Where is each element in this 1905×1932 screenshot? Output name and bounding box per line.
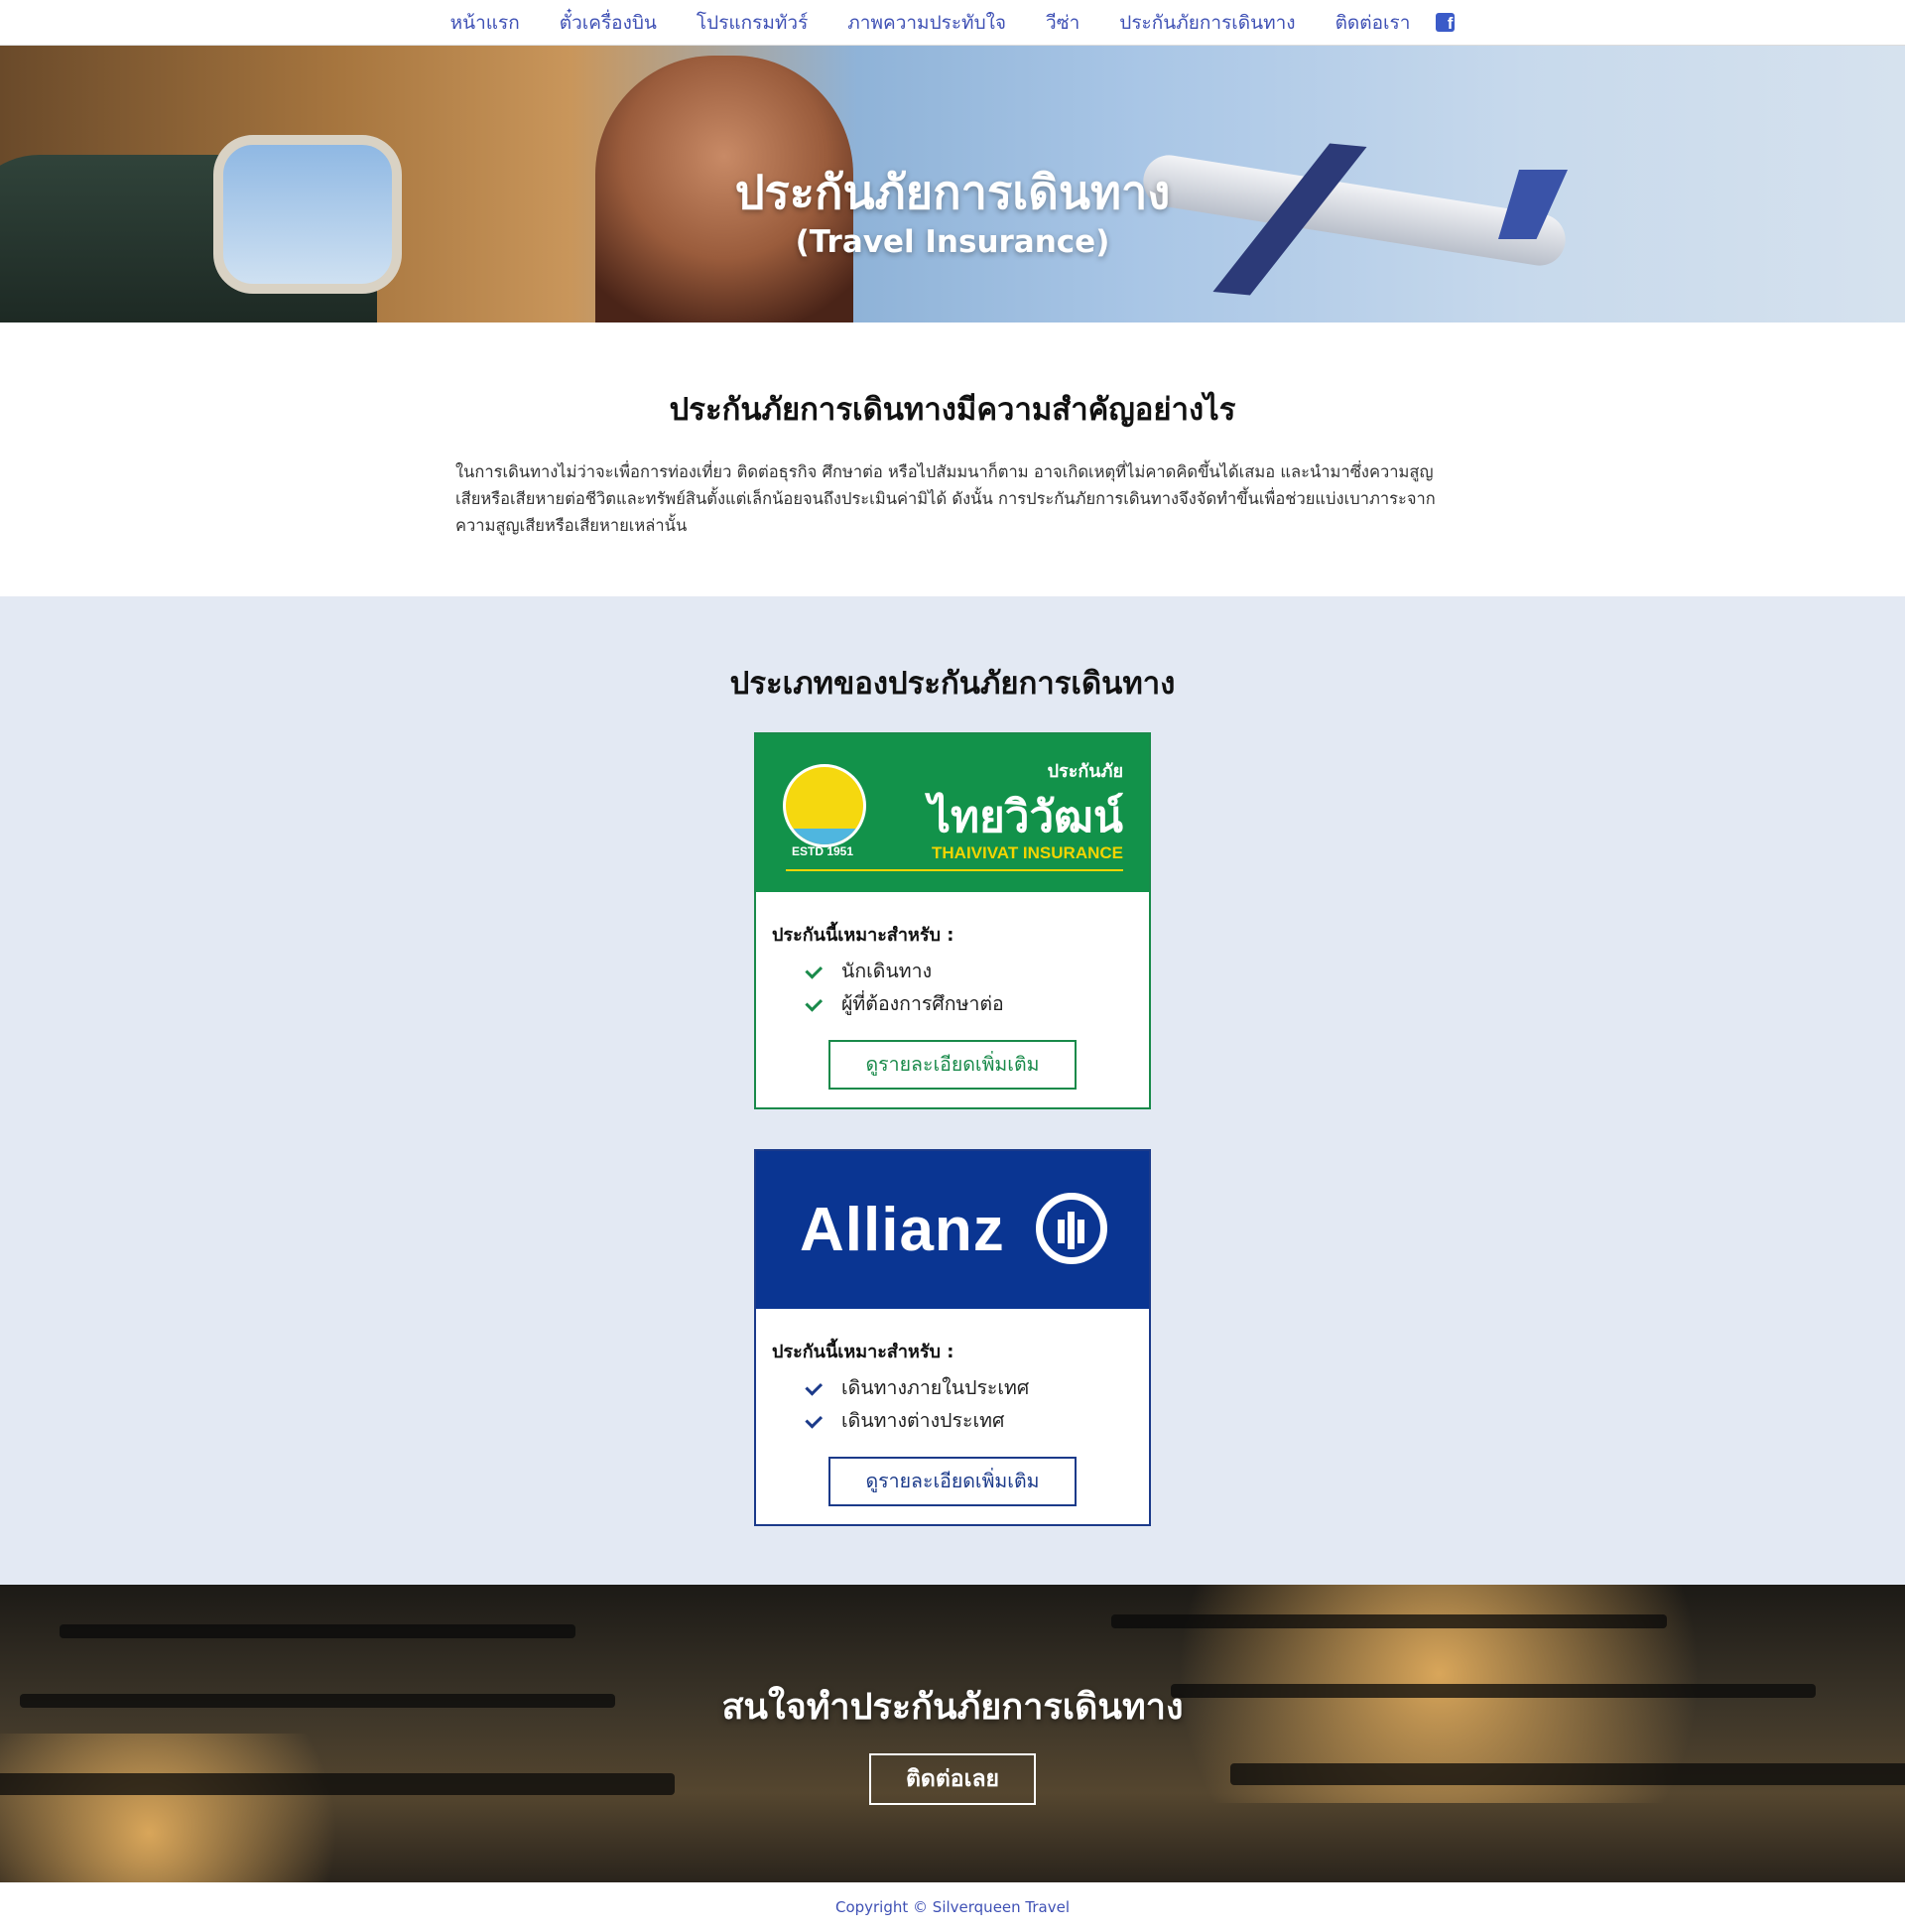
check-icon (810, 966, 829, 977)
suitable-for-label: ประกันนี้เหมาะสำหรับ : (772, 925, 954, 946)
cta-background-light (0, 1734, 397, 1882)
check-icon (810, 1382, 829, 1394)
nav-item-air-tickets[interactable]: ตั๋วเครื่องบิน (560, 8, 657, 38)
nav-item-gallery[interactable]: ภาพความประทับใจ (847, 8, 1006, 38)
suitable-item-text: เดินทางต่างประเทศ (841, 1409, 1005, 1432)
cta-background-bench (0, 1773, 675, 1795)
nav-item-travel-insurance[interactable]: ประกันภัยการเดินทาง (1119, 8, 1295, 38)
allianz-logo-word: Allianz (800, 1196, 1005, 1264)
allianz-eagle-icon (1036, 1193, 1107, 1264)
allianz-logo: Allianz (756, 1151, 1149, 1309)
suitable-for-label: ประกันนี้เหมาะสำหรับ : (772, 1342, 954, 1362)
why-section-title: ประกันภัยการเดินทางมีความสำคัญอย่างไร (669, 392, 1236, 428)
thaivivat-logo-english: THAIVIVAT INSURANCE (932, 843, 1123, 862)
suitable-item: นักเดินทาง (772, 955, 1133, 987)
thaivivat-emblem-icon (783, 764, 866, 847)
cta-background-bench (1111, 1614, 1667, 1628)
nav-item-home[interactable]: หน้าแรก (450, 8, 520, 38)
suitable-item-text: เดินทางภายในประเทศ (841, 1376, 1030, 1399)
thaivivat-logo-name: ไทยวิวัฒน์ (928, 792, 1123, 842)
suitable-item: เดินทางต่างประเทศ (772, 1404, 1133, 1437)
thaivivat-logo: ESTD 1951 ประกันภัย ไทยวิวัฒน์ THAIVIVAT… (756, 734, 1149, 892)
facebook-glyph: f (1447, 14, 1454, 33)
cta-background-bench (60, 1624, 575, 1638)
nav-item-tour-programs[interactable]: โปรแกรมทัวร์ (697, 8, 808, 38)
top-navigation: หน้าแรก ตั๋วเครื่องบิน โปรแกรมทัวร์ ภาพค… (0, 0, 1905, 46)
footer-copyright: Copyright © Silverqueen Travel (0, 1882, 1905, 1927)
cta-title: สนใจทำประกันภัยการเดินทาง (721, 1687, 1184, 1728)
allianz-details-button[interactable]: ดูรายละเอียดเพิ่มเติม (828, 1457, 1077, 1506)
insurance-card-allianz: Allianz ประกันนี้เหมาะสำหรับ : เดินทางภา… (754, 1149, 1151, 1526)
thaivivat-details-button[interactable]: ดูรายละเอียดเพิ่มเติม (828, 1040, 1077, 1090)
insurance-card-thaivivat: ESTD 1951 ประกันภัย ไทยวิวัฒน์ THAIVIVAT… (754, 732, 1151, 1109)
thaivivat-logo-small: ประกันภัย (1047, 761, 1123, 782)
suitable-item: ผู้ที่ต้องการศึกษาต่อ (772, 987, 1133, 1020)
card-body: ประกันนี้เหมาะสำหรับ : นักเดินทาง ผู้ที่… (756, 892, 1149, 1090)
nav-item-visa[interactable]: วีซ่า (1046, 8, 1080, 38)
nav-menu: หน้าแรก ตั๋วเครื่องบิน โปรแกรมทัวร์ ภาพค… (431, 8, 1475, 38)
cta-section: สนใจทำประกันภัยการเดินทาง ติดต่อเลย (0, 1585, 1905, 1882)
check-icon (810, 998, 829, 1010)
hero-subtitle: (Travel Insurance) (795, 224, 1110, 260)
hero-title: ประกันภัยการเดินทาง (734, 166, 1171, 220)
card-body: ประกันนี้เหมาะสำหรับ : เดินทางภายในประเท… (756, 1309, 1149, 1506)
thaivivat-logo-divider (786, 869, 1123, 871)
why-section-text: ในการเดินทางไม่ว่าจะเพื่อการท่องเที่ยว ต… (455, 462, 1436, 535)
thaivivat-estd: ESTD 1951 (792, 844, 854, 858)
facebook-icon[interactable]: f (1436, 13, 1456, 33)
contact-now-button[interactable]: ติดต่อเลย (869, 1753, 1036, 1805)
cta-background-bench (1230, 1763, 1905, 1785)
types-section-title: ประเภทของประกันภัยการเดินทาง (729, 666, 1176, 702)
hero-banner: ประกันภัยการเดินทาง (Travel Insurance) (0, 46, 1905, 322)
suitable-item: เดินทางภายในประเทศ (772, 1371, 1133, 1404)
nav-item-contact[interactable]: ติดต่อเรา (1335, 8, 1411, 38)
check-icon (810, 1415, 829, 1427)
suitable-item-text: ผู้ที่ต้องการศึกษาต่อ (841, 992, 1004, 1015)
suitable-item-text: นักเดินทาง (841, 960, 933, 982)
insurance-types-section: ประเภทของประกันภัยการเดินทาง ESTD 1951 ป… (0, 596, 1905, 1585)
